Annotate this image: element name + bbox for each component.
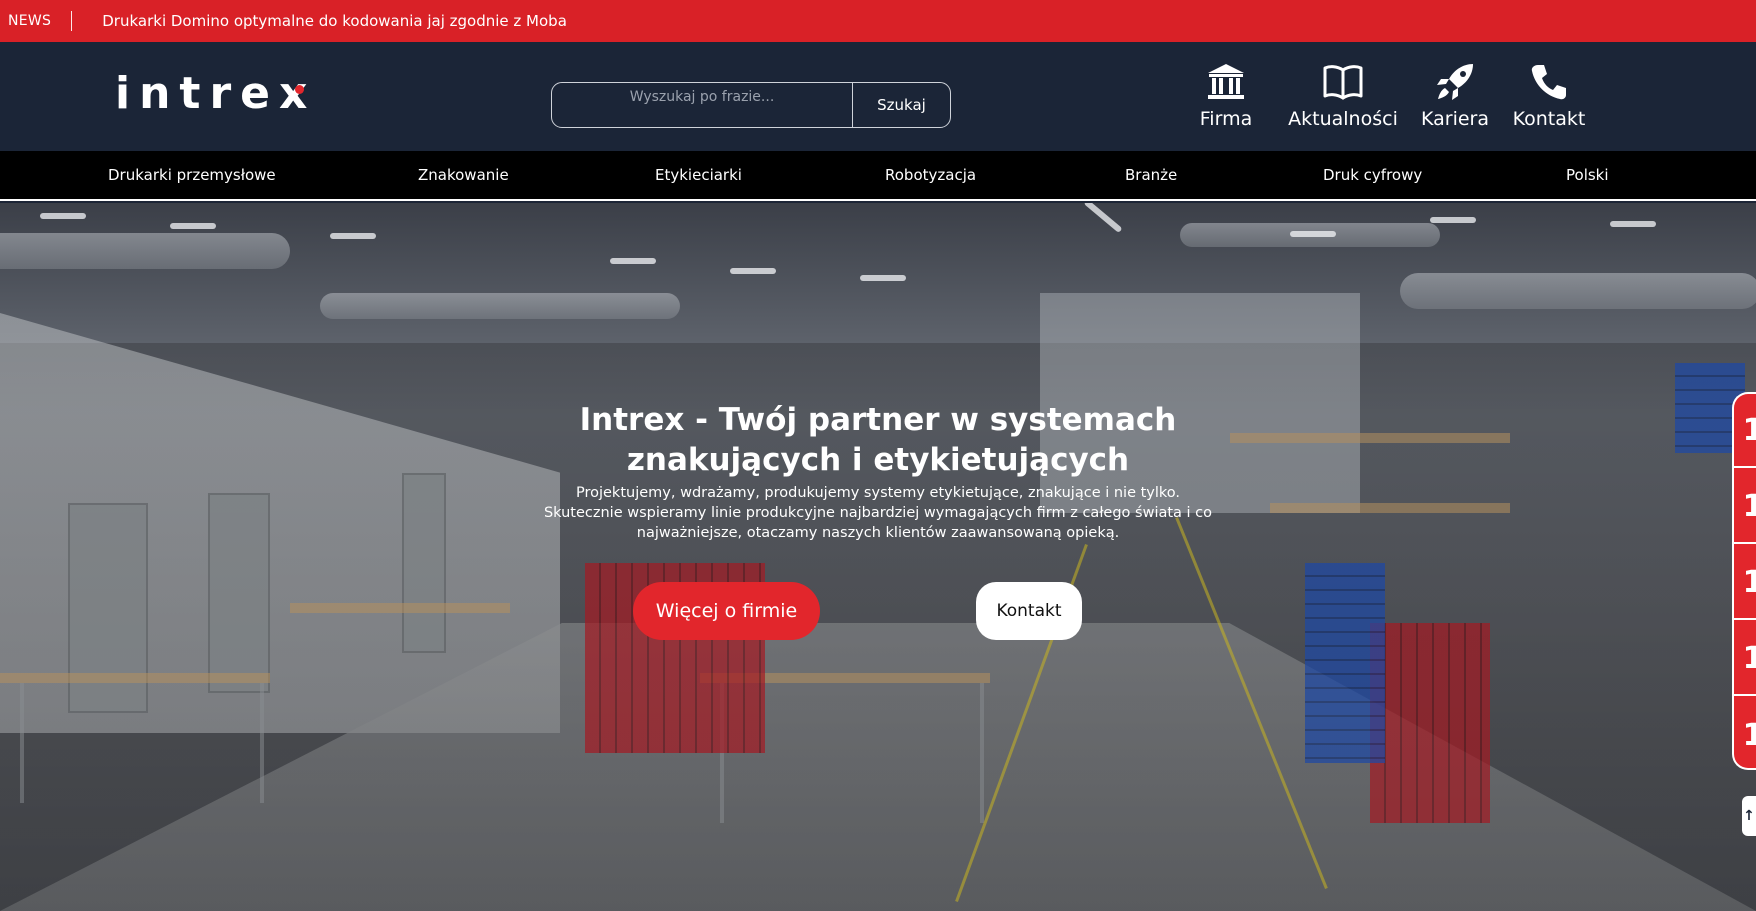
nav-item-znakowanie[interactable]: Znakowanie (418, 166, 509, 184)
hero-section: Intrex - Twój partner w systemach znakuj… (0, 203, 1756, 911)
search-button[interactable]: Szukaj (852, 83, 950, 127)
header-nav-label: Firma (1199, 108, 1253, 130)
header-nav-aktualnosci[interactable]: Aktualności (1283, 60, 1403, 140)
rocket-icon (1433, 60, 1477, 104)
header-nav-label: Kariera (1420, 108, 1489, 130)
news-label: NEWS (8, 13, 52, 29)
news-bar: NEWS Drukarki Domino optymalne do kodowa… (0, 0, 1756, 42)
main-navigation: Drukarki przemysłowe Znakowanie Etykieci… (0, 151, 1756, 201)
more-about-company-button[interactable]: Więcej o firmie (633, 582, 820, 640)
header-nav-label: Aktualności (1288, 108, 1398, 130)
side-floating-tabs: 1 1 1 1 1 (1732, 392, 1756, 770)
book-icon (1321, 60, 1365, 104)
side-tab[interactable]: 1 (1734, 546, 1756, 620)
nav-item-branze[interactable]: Branże (1125, 166, 1177, 184)
side-tab[interactable]: 1 (1734, 394, 1756, 468)
header-nav-label: Kontakt (1512, 108, 1586, 130)
nav-item-robotyzacja[interactable]: Robotyzacja (885, 166, 976, 184)
nav-item-language[interactable]: Polski (1566, 166, 1609, 184)
nav-item-drukarki[interactable]: Drukarki przemysłowe (108, 166, 276, 184)
site-header: intrex Szukaj Firma Aktualności (0, 42, 1756, 151)
site-logo[interactable]: intrex (115, 72, 316, 116)
side-tab[interactable]: 1 (1734, 470, 1756, 544)
hero-contact-button[interactable]: Kontakt (976, 582, 1082, 640)
news-separator (71, 11, 73, 31)
scroll-to-top-button[interactable]: ↑ (1742, 796, 1756, 836)
header-nav-kontakt[interactable]: Kontakt (1510, 60, 1588, 140)
hero-description: Projektujemy, wdrażamy, produkujemy syst… (543, 485, 1213, 541)
side-tab[interactable]: 1 (1734, 622, 1756, 696)
news-headline-link[interactable]: Drukarki Domino optymalne do kodowania j… (102, 12, 567, 30)
search-input[interactable] (552, 83, 852, 127)
search-form: Szukaj (551, 82, 951, 128)
nav-item-etykieciarki[interactable]: Etykieciarki (655, 166, 742, 184)
header-nav-firma[interactable]: Firma (1191, 60, 1261, 140)
header-nav-kariera[interactable]: Kariera (1417, 60, 1493, 140)
phone-icon (1527, 60, 1571, 104)
hero-title: Intrex - Twój partner w systemach znakuj… (579, 402, 1177, 478)
side-tab[interactable]: 1 (1734, 698, 1756, 772)
nav-item-druk-cyfrowy[interactable]: Druk cyfrowy (1323, 166, 1422, 184)
bank-icon (1204, 60, 1248, 104)
logo-accent-dot (295, 85, 304, 94)
